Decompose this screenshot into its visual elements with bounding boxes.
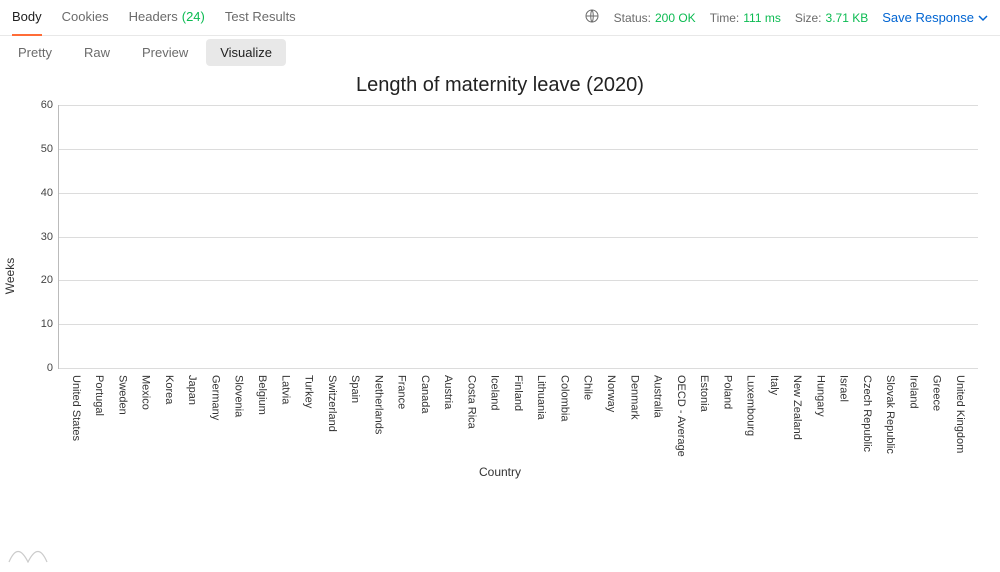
x-tick: Greece (927, 369, 947, 457)
x-ticks: United StatesPortugalSwedenMexicoKoreaJa… (58, 369, 978, 457)
x-tick: Switzerland (322, 369, 342, 457)
x-tick: Sweden (113, 369, 133, 457)
gridline (59, 105, 978, 106)
x-tick: Austria (438, 369, 458, 457)
y-tick: 40 (41, 187, 53, 199)
x-tick: Lithuania (531, 369, 551, 457)
x-tick: Czech Republic (857, 369, 877, 457)
chevron-down-icon (978, 13, 988, 23)
x-tick: OECD - Average (671, 369, 691, 457)
x-tick: Slovenia (229, 369, 249, 457)
gridline (59, 237, 978, 238)
response-meta: Status:200 OK Time:111 ms Size:3.71 KB S… (584, 8, 988, 27)
y-tick: 60 (41, 99, 53, 111)
x-tick: Costa Rica (462, 369, 482, 457)
gridline (59, 193, 978, 194)
y-tick: 20 (41, 274, 53, 286)
x-tick: Ireland (904, 369, 924, 457)
chart-container: Length of maternity leave (2020) Weeks 0… (0, 68, 1000, 572)
view-raw[interactable]: Raw (70, 39, 124, 66)
chart-title: Length of maternity leave (2020) (14, 74, 986, 97)
view-visualize[interactable]: Visualize (206, 39, 286, 66)
x-tick: New Zealand (787, 369, 807, 457)
x-tick: France (392, 369, 412, 457)
gridline (59, 324, 978, 325)
x-tick: Iceland (485, 369, 505, 457)
x-tick: Chile (578, 369, 598, 457)
x-tick: Poland (717, 369, 737, 457)
meta-status: Status:200 OK (614, 11, 696, 25)
x-tick: Slovak Republic (880, 369, 900, 457)
body-view-tabs: Pretty Raw Preview Visualize (0, 36, 1000, 68)
y-tick: 30 (41, 231, 53, 243)
save-response-button[interactable]: Save Response (882, 10, 988, 25)
globe-icon[interactable] (584, 8, 600, 27)
y-tick: 50 (41, 143, 53, 155)
x-axis-label: Country (14, 465, 986, 479)
x-tick: Turkey (299, 369, 319, 457)
x-tick: Finland (508, 369, 528, 457)
x-tick: Israel (834, 369, 854, 457)
x-tick: Australia (648, 369, 668, 457)
x-tick: Spain (345, 369, 365, 457)
x-tick: Portugal (89, 369, 109, 457)
x-tick: Japan (182, 369, 202, 457)
x-tick: Mexico (136, 369, 156, 457)
x-tick: Luxembourg (741, 369, 761, 457)
gridline (59, 280, 978, 281)
gridline (59, 149, 978, 150)
x-tick: Hungary (811, 369, 831, 457)
x-tick: Germany (206, 369, 226, 457)
x-tick: Colombia (555, 369, 575, 457)
x-tick: Canada (415, 369, 435, 457)
x-tick: United Kingdom (950, 369, 970, 457)
x-tick: Latvia (275, 369, 295, 457)
view-pretty[interactable]: Pretty (4, 39, 66, 66)
x-tick: United States (66, 369, 86, 457)
y-axis-label: Weeks (3, 258, 17, 294)
x-tick: Estonia (694, 369, 714, 457)
headers-count: (24) (182, 9, 205, 24)
meta-time: Time:111 ms (710, 11, 781, 25)
response-tabs: Body Cookies Headers (24) Test Results S… (0, 0, 1000, 36)
x-tick: Norway (601, 369, 621, 457)
y-tick: 0 (47, 362, 53, 374)
y-tick: 10 (41, 318, 53, 330)
gridline (59, 368, 978, 369)
x-tick: Korea (159, 369, 179, 457)
watermark-icon (8, 545, 48, 566)
tab-headers[interactable]: Headers (24) (129, 0, 205, 36)
x-tick: Belgium (252, 369, 272, 457)
tab-test-results[interactable]: Test Results (225, 0, 296, 36)
tab-body[interactable]: Body (12, 0, 42, 36)
chart-plot-area: 0102030405060 (58, 105, 978, 369)
meta-size: Size:3.71 KB (795, 11, 868, 25)
view-preview[interactable]: Preview (128, 39, 202, 66)
x-tick: Denmark (624, 369, 644, 457)
x-tick: Netherlands (368, 369, 388, 457)
response-tablist: Body Cookies Headers (24) Test Results (12, 0, 296, 36)
tab-cookies[interactable]: Cookies (62, 0, 109, 36)
x-tick: Italy (764, 369, 784, 457)
